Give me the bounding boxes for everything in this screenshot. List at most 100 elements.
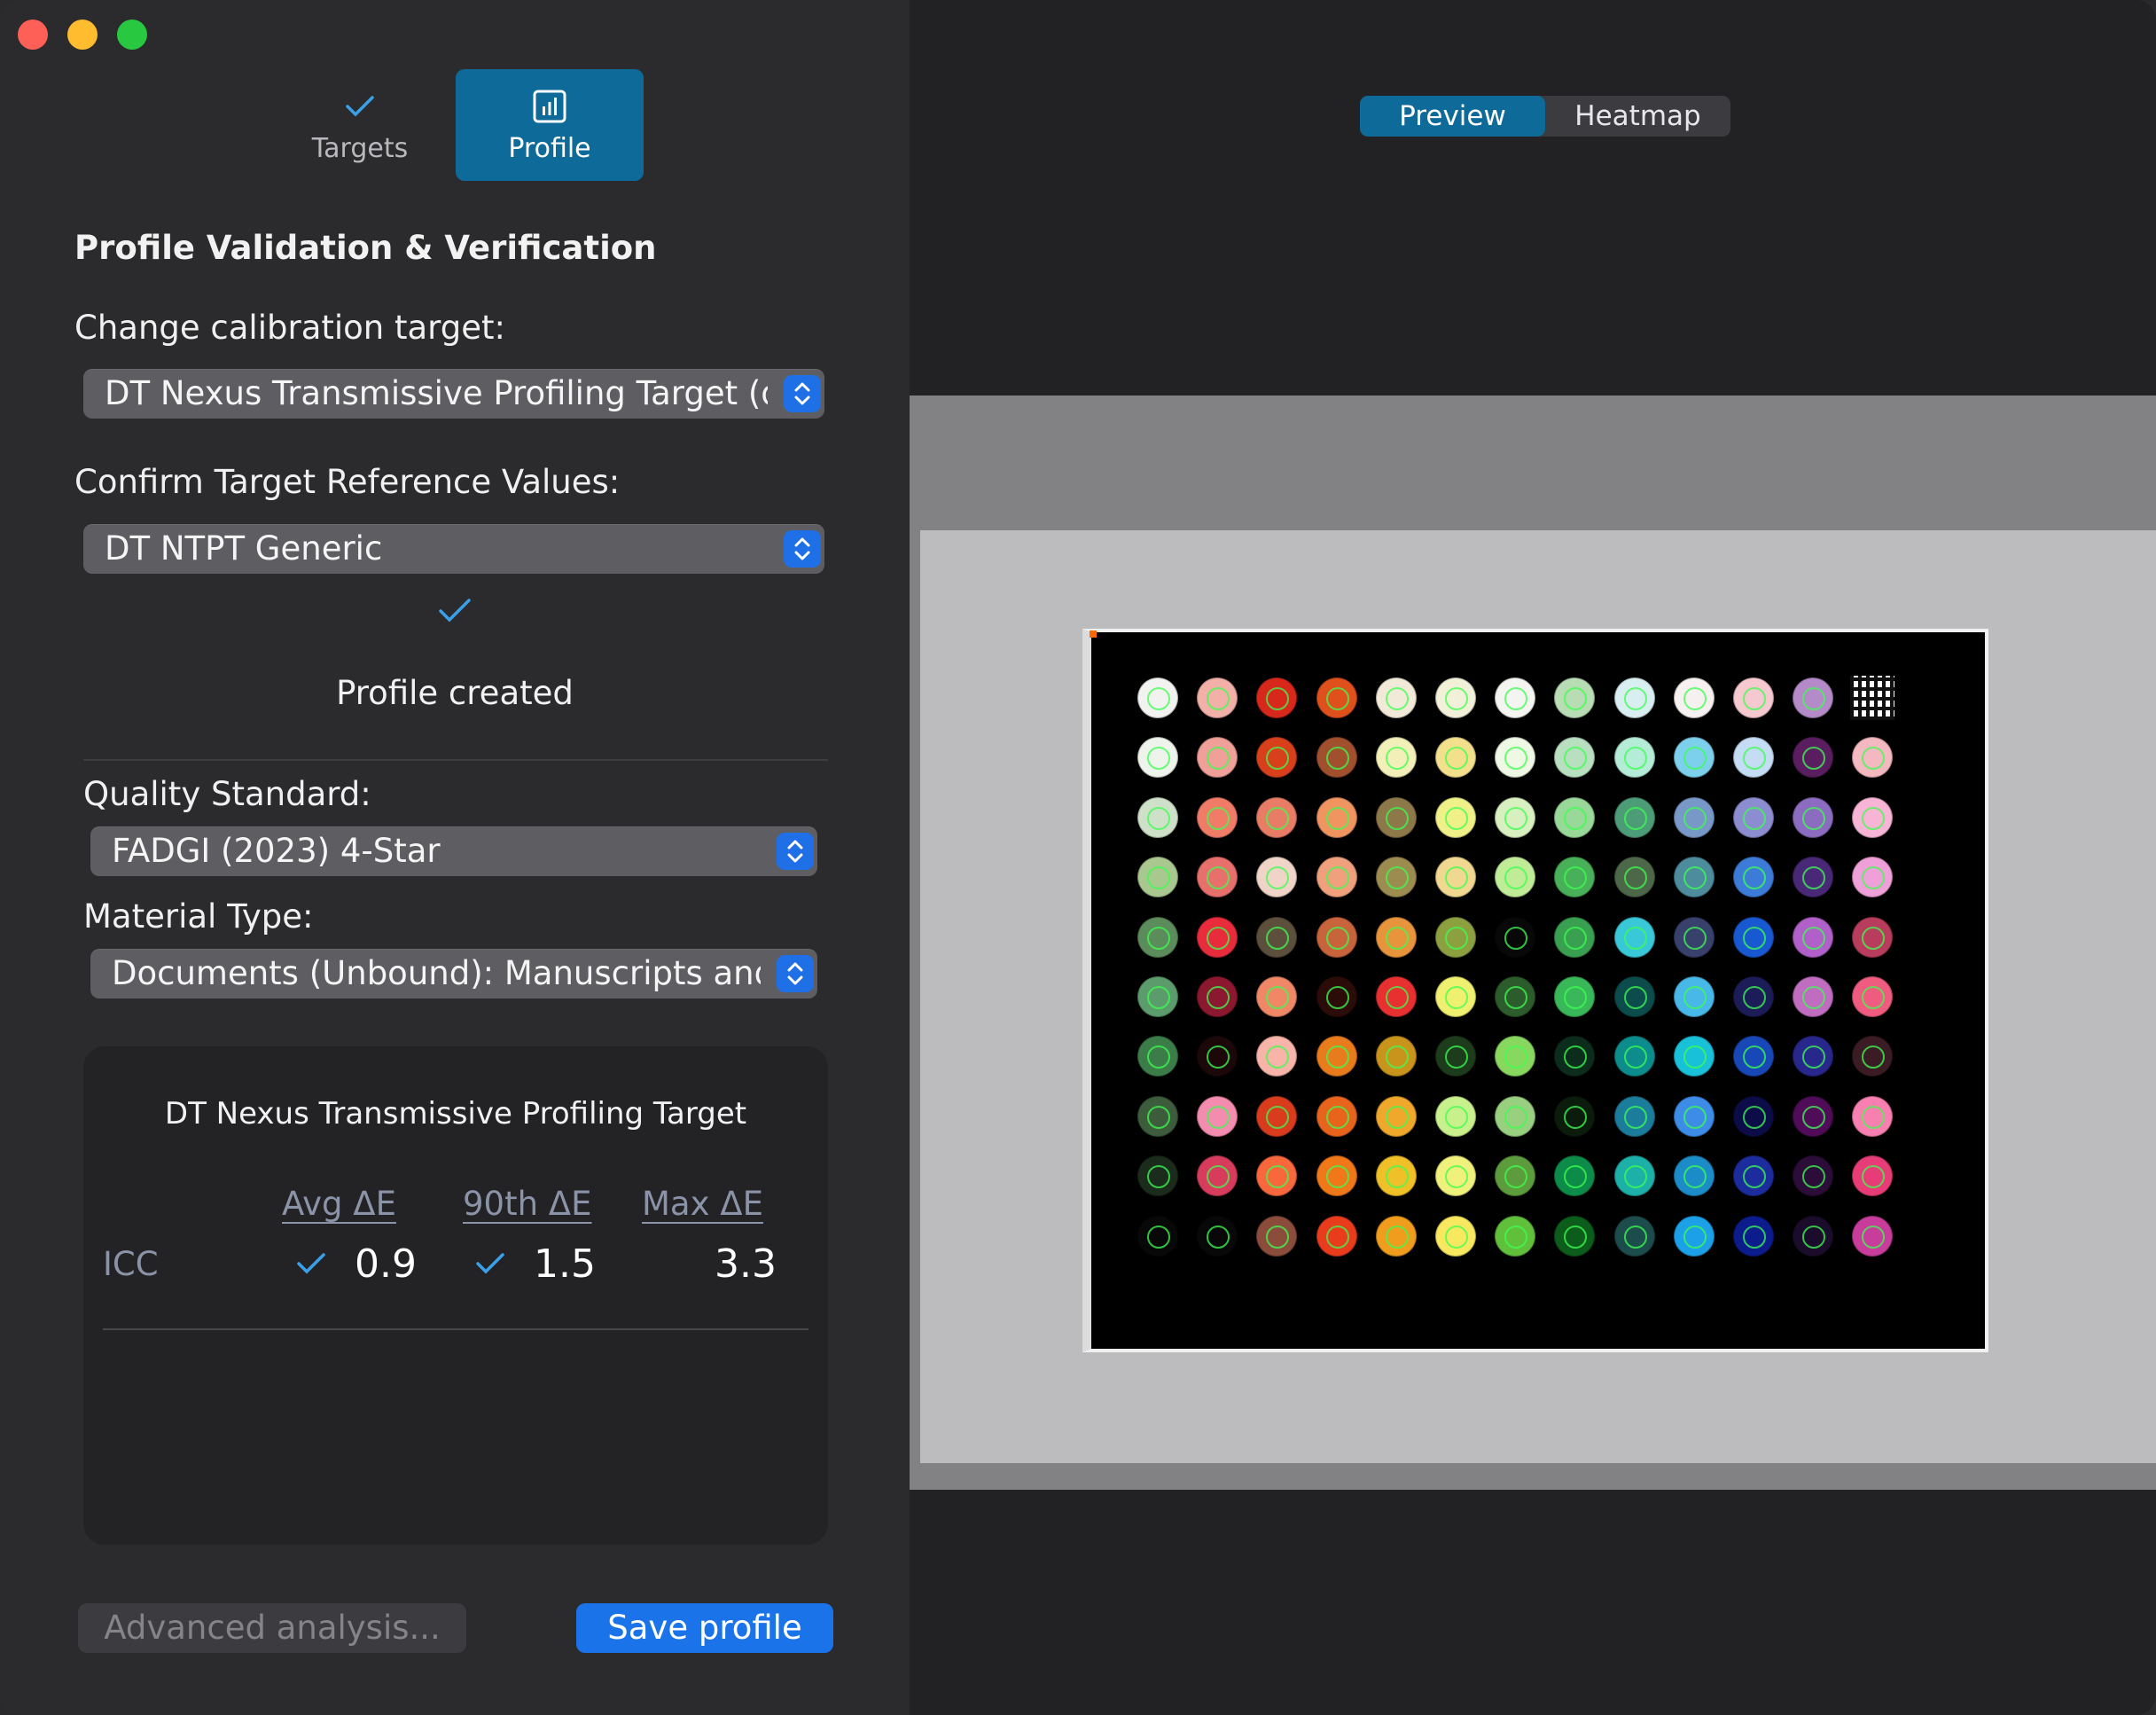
image-stage[interactable] xyxy=(910,395,2156,1490)
qr-code xyxy=(1850,676,1895,720)
target-patch xyxy=(1495,1215,1536,1257)
target-patch xyxy=(1435,796,1476,838)
target-patch xyxy=(1197,976,1238,1017)
target-patch xyxy=(1495,857,1536,898)
material-type-value: Documents (Unbound): Manuscripts and xyxy=(112,954,761,992)
target-patch xyxy=(1495,737,1536,779)
target-patch xyxy=(1197,1036,1238,1077)
target-patch xyxy=(1316,857,1357,898)
target-patch xyxy=(1137,1036,1178,1077)
target-patch xyxy=(1256,796,1298,838)
target-patch xyxy=(1316,796,1357,838)
target-patch xyxy=(1852,1155,1894,1197)
target-patch xyxy=(1673,916,1715,958)
tab-targets[interactable]: Targets xyxy=(266,69,454,181)
target-patch xyxy=(1137,857,1178,898)
target-patch xyxy=(1613,1155,1655,1197)
target-patch xyxy=(1137,737,1178,779)
target-patch xyxy=(1316,1215,1357,1257)
target-patch xyxy=(1197,857,1238,898)
calibration-target-value: DT Nexus Transmissive Profiling Target (… xyxy=(105,374,768,412)
preview-panel: Preview Heatmap xyxy=(910,0,2156,1715)
target-patch xyxy=(1137,677,1178,718)
page-title: Profile Validation & Verification xyxy=(74,229,657,267)
target-patch xyxy=(1852,976,1894,1017)
target-patch xyxy=(1375,796,1417,838)
material-type-label: Material Type: xyxy=(83,897,314,936)
reference-values-select[interactable]: DT NTPT Generic xyxy=(83,524,824,574)
advanced-analysis-button[interactable]: Advanced analysis... xyxy=(78,1603,466,1653)
calibration-target-select[interactable]: DT Nexus Transmissive Profiling Target (… xyxy=(83,369,824,419)
target-patch xyxy=(1793,1215,1834,1257)
target-patch xyxy=(1733,677,1774,718)
target-patch xyxy=(1852,857,1894,898)
target-patch xyxy=(1197,677,1238,718)
target-patch xyxy=(1137,1215,1178,1257)
avg-delta-e-header[interactable]: Avg ΔE xyxy=(282,1185,396,1223)
target-patch xyxy=(1375,1155,1417,1197)
target-patch xyxy=(1793,1155,1834,1197)
target-patch xyxy=(1554,1095,1596,1137)
target-patch xyxy=(1197,737,1238,779)
preview-toggle-button[interactable]: Preview xyxy=(1360,96,1545,137)
target-patch xyxy=(1256,1215,1298,1257)
target-patch xyxy=(1375,916,1417,958)
target-patch xyxy=(1316,1036,1357,1077)
pass-check-icon xyxy=(475,1252,505,1279)
target-patch xyxy=(1435,677,1476,718)
target-image[interactable] xyxy=(1082,629,1988,1352)
target-patch xyxy=(1852,796,1894,838)
sidebar-panel: Targets Profile Profile Validation & Ver… xyxy=(0,0,910,1715)
target-patch xyxy=(1495,916,1536,958)
target-patch xyxy=(1256,857,1298,898)
target-patch xyxy=(1673,976,1715,1017)
p90-delta-e-header[interactable]: 90th ΔE xyxy=(463,1185,592,1223)
target-patch xyxy=(1793,737,1834,779)
target-patch xyxy=(1793,916,1834,958)
target-patch xyxy=(1435,1215,1476,1257)
tab-profile[interactable]: Profile xyxy=(456,69,644,181)
avg-delta-e-value: 0.9 xyxy=(355,1241,417,1287)
target-patch xyxy=(1256,976,1298,1017)
quality-standard-select[interactable]: FADGI (2023) 4-Star xyxy=(90,826,817,876)
target-patch xyxy=(1733,976,1774,1017)
target-patch xyxy=(1852,737,1894,779)
reference-values-label: Confirm Target Reference Values: xyxy=(74,463,621,501)
target-patch xyxy=(1793,1036,1834,1077)
target-patch xyxy=(1435,916,1476,958)
select-stepper-icon xyxy=(784,530,821,568)
target-patch xyxy=(1435,1095,1476,1137)
target-patch xyxy=(1613,916,1655,958)
select-stepper-icon xyxy=(784,375,821,412)
target-patch xyxy=(1673,857,1715,898)
target-patch xyxy=(1316,737,1357,779)
target-patch xyxy=(1375,677,1417,718)
save-profile-button[interactable]: Save profile xyxy=(576,1603,833,1653)
close-window-button[interactable] xyxy=(18,20,48,50)
material-type-select[interactable]: Documents (Unbound): Manuscripts and xyxy=(90,949,817,998)
heatmap-toggle-button[interactable]: Heatmap xyxy=(1545,96,1730,137)
target-patch xyxy=(1613,857,1655,898)
target-patch xyxy=(1733,857,1774,898)
target-patch xyxy=(1554,976,1596,1017)
target-patch xyxy=(1852,1036,1894,1077)
minimize-window-button[interactable] xyxy=(67,20,98,50)
zoom-window-button[interactable] xyxy=(117,20,147,50)
target-patch xyxy=(1673,737,1715,779)
target-patch xyxy=(1673,1215,1715,1257)
icc-row-label: ICC xyxy=(103,1245,159,1283)
target-patch xyxy=(1316,976,1357,1017)
tab-profile-label: Profile xyxy=(508,132,591,164)
target-patch xyxy=(1613,737,1655,779)
target-patch xyxy=(1316,916,1357,958)
select-stepper-icon xyxy=(777,955,814,992)
app-window: Targets Profile Profile Validation & Ver… xyxy=(0,0,2156,1715)
tab-targets-label: Targets xyxy=(311,132,409,164)
target-patch xyxy=(1554,737,1596,779)
view-toggle: Preview Heatmap xyxy=(1360,96,1730,137)
target-patch xyxy=(1613,677,1655,718)
select-stepper-icon xyxy=(777,833,814,870)
max-delta-e-header[interactable]: Max ΔE xyxy=(642,1185,763,1223)
calibration-target-label: Change calibration target: xyxy=(74,309,505,347)
target-patch xyxy=(1495,796,1536,838)
